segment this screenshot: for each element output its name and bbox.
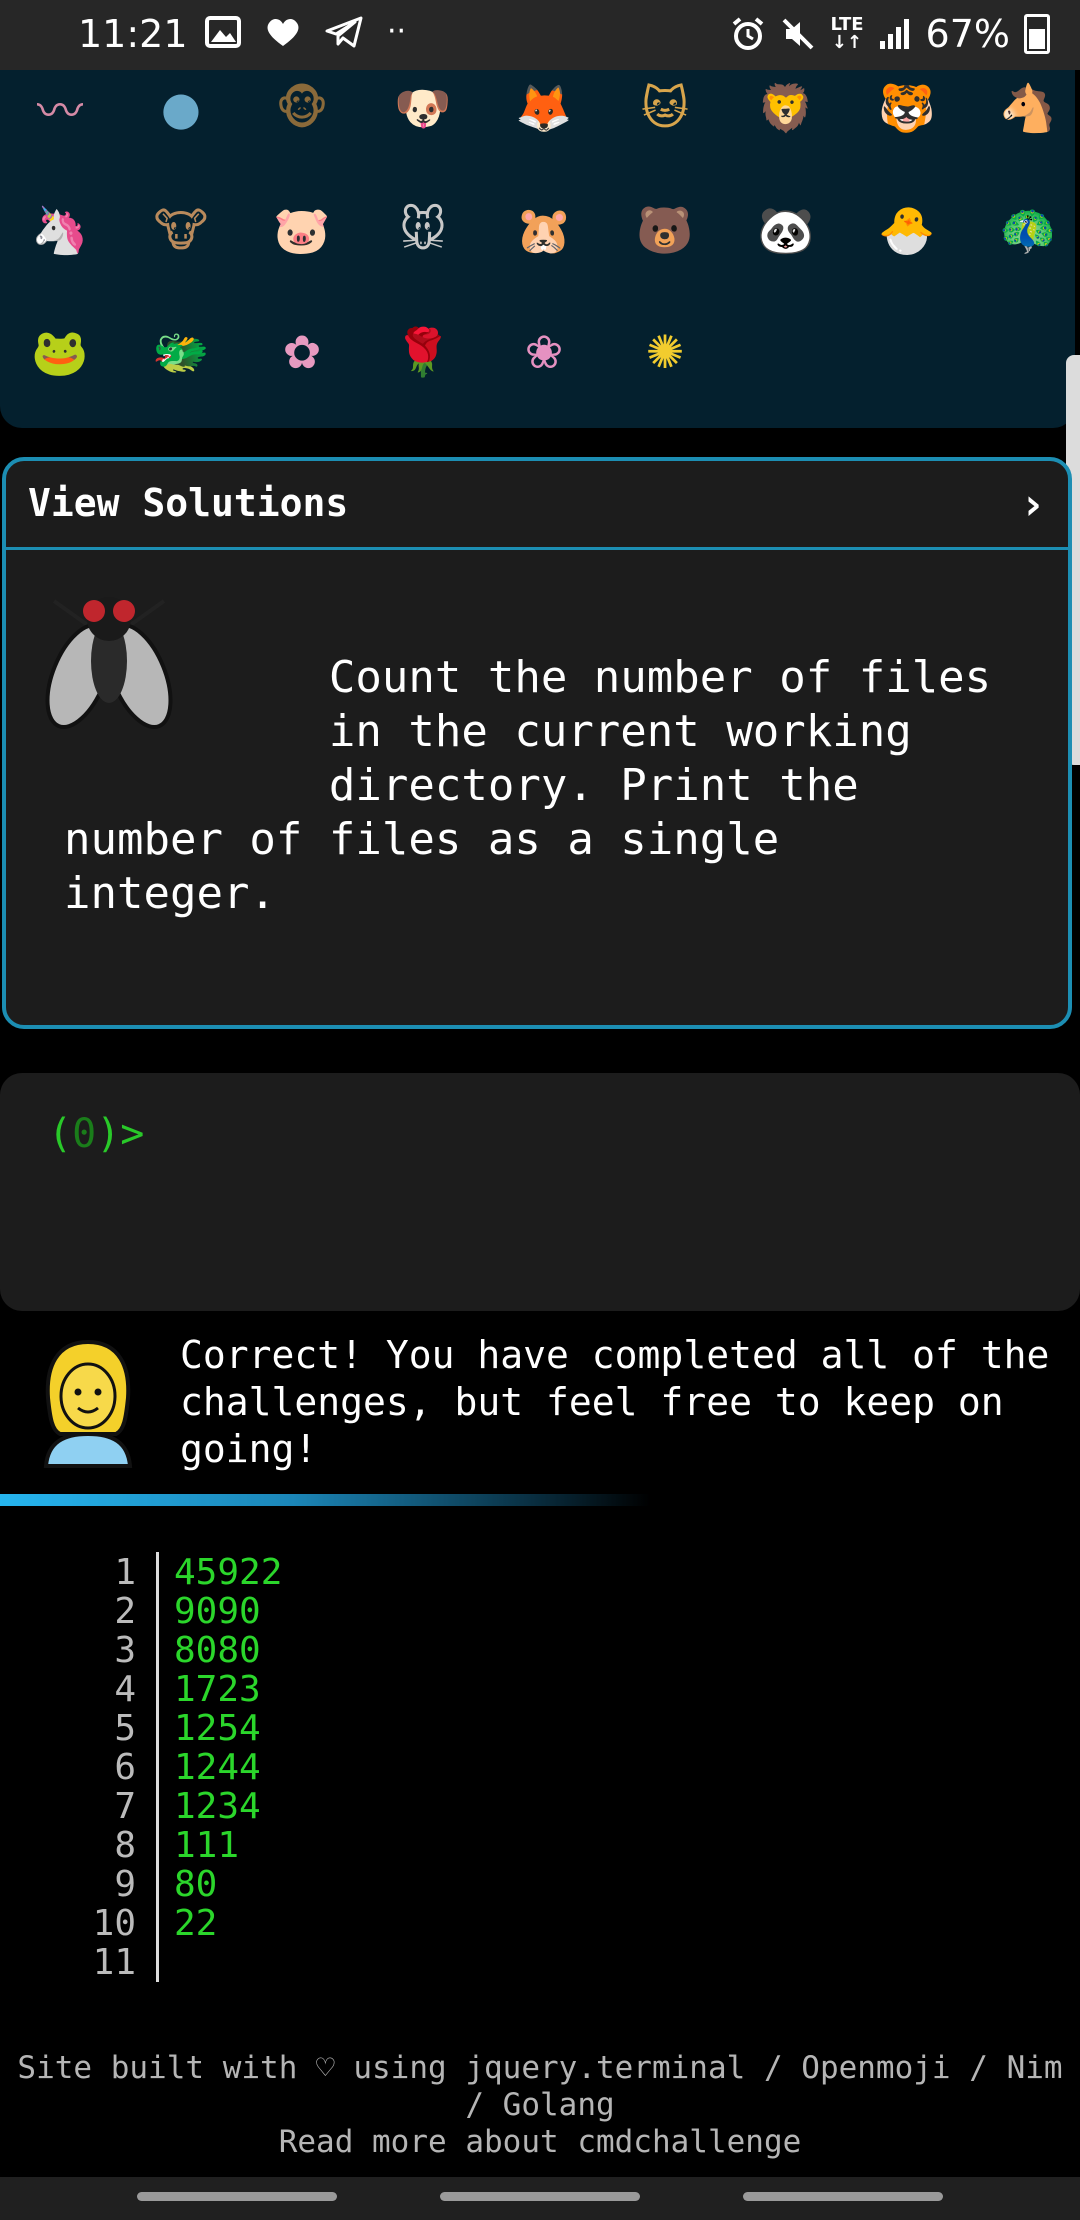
score-rank: 4 — [114, 1669, 136, 1710]
chick-icon[interactable]: 🐣 — [859, 182, 955, 278]
prompt-close: )> — [96, 1111, 145, 1157]
score-rank: 6 — [114, 1747, 136, 1788]
terminal-input-area[interactable]: (0)> — [0, 1073, 1080, 1311]
view-solutions-header[interactable]: View Solutions › — [6, 461, 1068, 550]
rose-icon[interactable]: 🌹 — [375, 304, 471, 400]
mouse-icon[interactable]: 🐭 — [375, 182, 471, 278]
cow-icon[interactable]: 🐮 — [133, 182, 229, 278]
score-value: 1244 — [174, 1747, 261, 1788]
score-rank: 8 — [114, 1825, 136, 1866]
score-value: 45922 — [174, 1552, 283, 1593]
score-row: 7 1234 — [70, 1786, 282, 1827]
score-rank: 3 — [114, 1630, 136, 1671]
score-value: 8080 — [174, 1630, 261, 1671]
microbe-icon[interactable]: ● — [133, 60, 229, 156]
nav-home-button[interactable] — [440, 2192, 640, 2201]
score-row: 11 — [70, 1942, 282, 1983]
score-rank: 1 — [114, 1552, 136, 1593]
hibiscus-icon[interactable]: ❀ — [496, 304, 592, 400]
unicorn-icon[interactable]: 🦄 — [12, 182, 108, 278]
score-row: 4 1723 — [70, 1669, 282, 1710]
score-list: 1 45922 2 9090 3 8080 4 1723 5 1254 6 1244 7 1234 8 111… — [70, 1552, 283, 1983]
heart-icon — [267, 18, 299, 46]
prompt-open: ( — [48, 1111, 73, 1157]
score-row: 2 9090 — [70, 1591, 282, 1632]
score-value: 22 — [174, 1903, 218, 1944]
score-value: 111 — [174, 1825, 240, 1866]
score-rank: 2 — [114, 1591, 136, 1632]
score-row: 1 45922 — [70, 1552, 283, 1593]
chevron-right-icon[interactable]: › — [1020, 479, 1047, 530]
score-rank: 10 — [92, 1903, 136, 1944]
score-rank: 5 — [114, 1708, 136, 1749]
battery-icon — [1024, 14, 1050, 54]
footer: Site built with ♡ using jquery.terminal … — [0, 2050, 1080, 2161]
challenge-description: Count the number of files in the current… — [64, 652, 992, 919]
score-value: 9090 — [174, 1591, 261, 1632]
score-row: 6 1244 — [70, 1747, 282, 1788]
signal-icon — [879, 19, 909, 49]
dragon-icon[interactable]: 🐲 — [133, 304, 229, 400]
monkey-icon[interactable]: 🐵 — [254, 60, 350, 156]
tiger-icon[interactable]: 🐯 — [859, 60, 955, 156]
score-value: 1254 — [174, 1708, 261, 1749]
pig-icon[interactable]: 🐷 — [254, 182, 350, 278]
score-rank: 11 — [92, 1942, 136, 1983]
frog-icon[interactable]: 🐸 — [12, 304, 108, 400]
score-value: 80 — [174, 1864, 218, 1905]
woman-avatar-icon — [43, 1339, 133, 1468]
view-solutions-title: View Solutions — [28, 481, 349, 525]
score-rank: 9 — [114, 1864, 136, 1905]
sunflower-icon[interactable]: ✺ — [617, 304, 713, 400]
telegram-icon — [325, 16, 363, 47]
mute-icon — [783, 18, 814, 50]
terminal-prompt[interactable]: (0)> — [48, 1111, 144, 1157]
challenge-emoji-grid: 〰 ● 🐵 🐶 🦊 🐱 🦁 🐯 🐴 🦄 🐮 🐷 🐭 🐹 🐻 🐼 🐣 🦚 🐸 🐲 ✿ 🌹 ❀ ✺ — [0, 70, 1075, 428]
battery-percent: 67% — [925, 12, 1010, 56]
completion-message: Correct! You have completed all of the c… — [180, 1333, 1050, 1471]
challenge-card: View Solutions › Count the number of fil… — [2, 457, 1072, 1029]
footer-credits[interactable]: Site built with ♡ using jquery.terminal … — [0, 2050, 1080, 2124]
score-row: 5 1254 — [70, 1708, 282, 1749]
worm-icon[interactable]: 〰 — [12, 60, 108, 156]
notification-icons: ·· — [205, 14, 406, 49]
fox-icon[interactable]: 🦊 — [496, 60, 592, 156]
lte-indicator: LTE ↓↑ — [830, 14, 864, 53]
nav-back-button[interactable] — [743, 2192, 943, 2201]
nav-recent-button[interactable] — [137, 2192, 337, 2201]
score-row: 10 22 — [70, 1903, 282, 1944]
score-rank: 7 — [114, 1786, 136, 1827]
network-type: LTE — [830, 14, 864, 35]
more-notifications-icon: ·· — [387, 14, 407, 49]
hamster-icon[interactable]: 🐹 — [496, 182, 592, 278]
system-icons: LTE ↓↑ 67% — [730, 12, 1050, 56]
blossom-icon[interactable]: ✿ — [254, 304, 350, 400]
read-more-link[interactable]: Read more about cmdchallenge — [0, 2124, 1080, 2161]
score-row: 8 111 — [70, 1825, 282, 1866]
horse-icon[interactable]: 🐴 — [980, 60, 1076, 156]
score-divider — [156, 1552, 159, 1982]
cat-icon[interactable]: 🐱 — [617, 60, 713, 156]
clock: 11:21 — [78, 12, 188, 56]
lion-icon[interactable]: 🦁 — [738, 60, 834, 156]
prompt-count: 0 — [72, 1111, 97, 1157]
alarm-icon — [733, 17, 764, 50]
score-row: 3 8080 — [70, 1630, 282, 1671]
panda-icon[interactable]: 🐼 — [738, 182, 834, 278]
bear-icon[interactable]: 🐻 — [617, 182, 713, 278]
image-icon — [205, 15, 241, 48]
peacock-icon[interactable]: 🦚 — [980, 182, 1076, 278]
progress-bar — [0, 1494, 650, 1506]
score-value: 1723 — [174, 1669, 261, 1710]
system-nav-bar — [0, 2177, 1080, 2220]
dog-icon[interactable]: 🐶 — [375, 60, 471, 156]
score-value: 1234 — [174, 1786, 261, 1827]
score-row: 9 80 — [70, 1864, 282, 1905]
